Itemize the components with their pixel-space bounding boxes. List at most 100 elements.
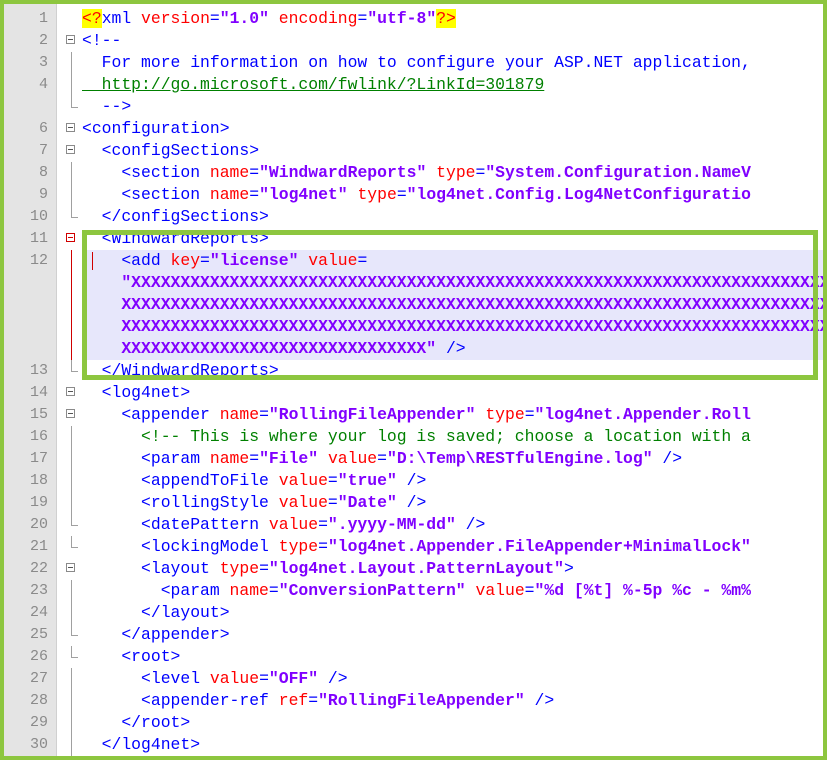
fold-toggle-icon[interactable] — [66, 233, 75, 242]
fold-guide-line — [71, 294, 72, 316]
code-token: /> — [455, 515, 486, 534]
code-token: = — [475, 163, 486, 182]
fold-toggle-icon[interactable] — [66, 35, 75, 44]
code-line[interactable]: 26 <root> — [4, 646, 823, 668]
code-token: = — [396, 185, 407, 204]
code-token: <root> — [82, 647, 181, 666]
code-line[interactable]: 29 </root> — [4, 712, 823, 734]
code-token: name — [209, 163, 250, 182]
code-line[interactable]: 6 <configuration> — [4, 118, 823, 140]
code-token: = — [249, 449, 260, 468]
code-line[interactable]: "XXXXXXXXXXXXXXXXXXXXXXXXXXXXXXXXXXXXXXX… — [4, 272, 827, 294]
code-line[interactable]: 20 <datePattern value=".yyyy-MM-dd" /> — [4, 514, 823, 536]
code-token: = — [200, 251, 210, 270]
fold-end-marker — [71, 514, 78, 526]
editor-window: 1 <?xml version="1.0" encoding="utf-8"?> 2… — [0, 0, 827, 760]
code-token: "1.0" — [219, 9, 269, 28]
line-number: 10 — [29, 208, 48, 225]
code-line[interactable]: 2 <!-- — [4, 30, 823, 52]
code-line[interactable]: 4 http://go.microsoft.com/fwlink/?LinkId… — [4, 74, 823, 96]
code-line[interactable]: 3 For more information on how to configu… — [4, 52, 823, 74]
line-code: <appender-ref ref="RollingFileAppender" … — [82, 690, 554, 712]
code-token: "RollingFileAppender" — [318, 691, 525, 710]
line-code: <datePattern value=".yyyy-MM-dd" /> — [82, 514, 485, 536]
code-token: = — [327, 493, 338, 512]
code-line[interactable]: 30 </log4net> — [4, 734, 823, 756]
code-line[interactable]: XXXXXXXXXXXXXXXXXXXXXXXXXXXXXXX" /> — [4, 338, 823, 360]
code-token: /> — [396, 493, 427, 512]
code-line[interactable]: 12 <add key="license" value= — [4, 250, 823, 272]
fold-end-marker — [71, 360, 78, 372]
fold-toggle-icon[interactable] — [66, 387, 75, 396]
code-token: "log4net.Config.Log4NetConfiguratio — [406, 185, 751, 204]
code-line[interactable]: 17 <param name="File" value="D:\Temp\RES… — [4, 448, 823, 470]
line-code: <configSections> — [82, 140, 259, 162]
code-token: value — [278, 471, 328, 490]
code-token: "File" — [259, 449, 319, 468]
line-code: <section name="WindwardReports" type="Sy… — [82, 162, 751, 184]
fold-guide-line — [71, 52, 72, 74]
code-token: = — [318, 515, 328, 534]
fold-guide-line — [71, 250, 72, 272]
code-token: <layout — [82, 559, 220, 578]
code-line[interactable]: 16 <!-- This is where your log is saved;… — [4, 426, 823, 448]
fold-guide-line — [71, 426, 72, 448]
code-line[interactable]: 22 <layout type="log4net.Layout.PatternL… — [4, 558, 823, 580]
code-line[interactable]: 19 <rollingStyle value="Date" /> — [4, 492, 823, 514]
code-line[interactable]: XXXXXXXXXXXXXXXXXXXXXXXXXXXXXXXXXXXXXXXX… — [4, 316, 823, 338]
code-token: <configuration> — [82, 119, 230, 138]
code-line[interactable]: 10 </configSections> — [4, 206, 823, 228]
code-token: "%d [%t] %-5p %c - %m% — [534, 581, 751, 600]
code-line[interactable]: 8 <section name="WindwardReports" type="… — [4, 162, 823, 184]
fold-toggle-icon[interactable] — [66, 563, 75, 572]
line-number: 15 — [29, 406, 48, 423]
code-line[interactable]: 28 <appender-ref ref="RollingFileAppende… — [4, 690, 823, 712]
code-token: <add — [82, 251, 171, 270]
line-code: <?xml version="1.0" encoding="utf-8"?> — [82, 8, 456, 30]
fold-guide-line — [71, 492, 72, 514]
code-line[interactable]: 25 </appender> — [4, 624, 823, 646]
code-token: key — [170, 251, 201, 270]
code-token: "XXXXXXXXXXXXXXXXXXXXXXXXXXXXXXXXXXXXXXX… — [82, 273, 827, 292]
line-code: <!-- — [82, 30, 121, 52]
line-number: 28 — [29, 692, 48, 709]
code-token: value — [475, 581, 525, 600]
line-number: 23 — [29, 582, 48, 599]
fold-guide-line — [71, 580, 72, 602]
code-token: "OFF" — [268, 669, 319, 688]
code-token: XXXXXXXXXXXXXXXXXXXXXXXXXXXXXXX" — [82, 339, 437, 358]
code-line[interactable]: 13 </WindwardReports> — [4, 360, 823, 382]
code-line[interactable]: 24 </layout> — [4, 602, 823, 624]
code-line[interactable]: 15 <appender name="RollingFileAppender" … — [4, 404, 823, 426]
code-line[interactable]: 18 <appendToFile value="true" /> — [4, 470, 823, 492]
code-token: </appender> — [82, 625, 230, 644]
fold-toggle-icon[interactable] — [66, 145, 75, 154]
line-code: XXXXXXXXXXXXXXXXXXXXXXXXXXXXXXXXXXXXXXXX… — [82, 316, 823, 338]
fold-toggle-icon[interactable] — [66, 123, 75, 132]
line-code: <layout type="log4net.Layout.PatternLayo… — [82, 558, 574, 580]
code-line[interactable]: 1 <?xml version="1.0" encoding="utf-8"?> — [4, 8, 823, 30]
line-code: </configSections> — [82, 206, 269, 228]
code-token: type — [219, 559, 260, 578]
code-line[interactable]: 14 <log4net> — [4, 382, 823, 404]
code-line[interactable]: 11 <WindwardReports> — [4, 228, 823, 250]
fold-guide-line — [71, 162, 72, 184]
code-line[interactable]: 21 <lockingModel type="log4net.Appender.… — [4, 536, 823, 558]
code-token: /> — [436, 339, 466, 358]
code-line[interactable]: 9 <section name="log4net" type="log4net.… — [4, 184, 823, 206]
code-token: value — [308, 251, 358, 270]
fold-guide-line — [71, 316, 72, 338]
code-token: type — [278, 537, 319, 556]
code-line[interactable]: 7 <configSections> — [4, 140, 823, 162]
fold-toggle-icon[interactable] — [66, 409, 75, 418]
code-token: /> — [396, 471, 427, 490]
code-line[interactable]: 27 <level value="OFF" /> — [4, 668, 823, 690]
code-line[interactable]: XXXXXXXXXXXXXXXXXXXXXXXXXXXXXXXXXXXXXXXX… — [4, 294, 823, 316]
code-token: value — [327, 449, 378, 468]
code-line[interactable]: 23 <param name="ConversionPattern" value… — [4, 580, 823, 602]
code-line[interactable]: --> — [4, 96, 823, 118]
code-token: <datePattern — [82, 515, 269, 534]
code-editor[interactable]: 1 <?xml version="1.0" encoding="utf-8"?> 2… — [4, 8, 827, 756]
line-code: <appendToFile value="true" /> — [82, 470, 426, 492]
